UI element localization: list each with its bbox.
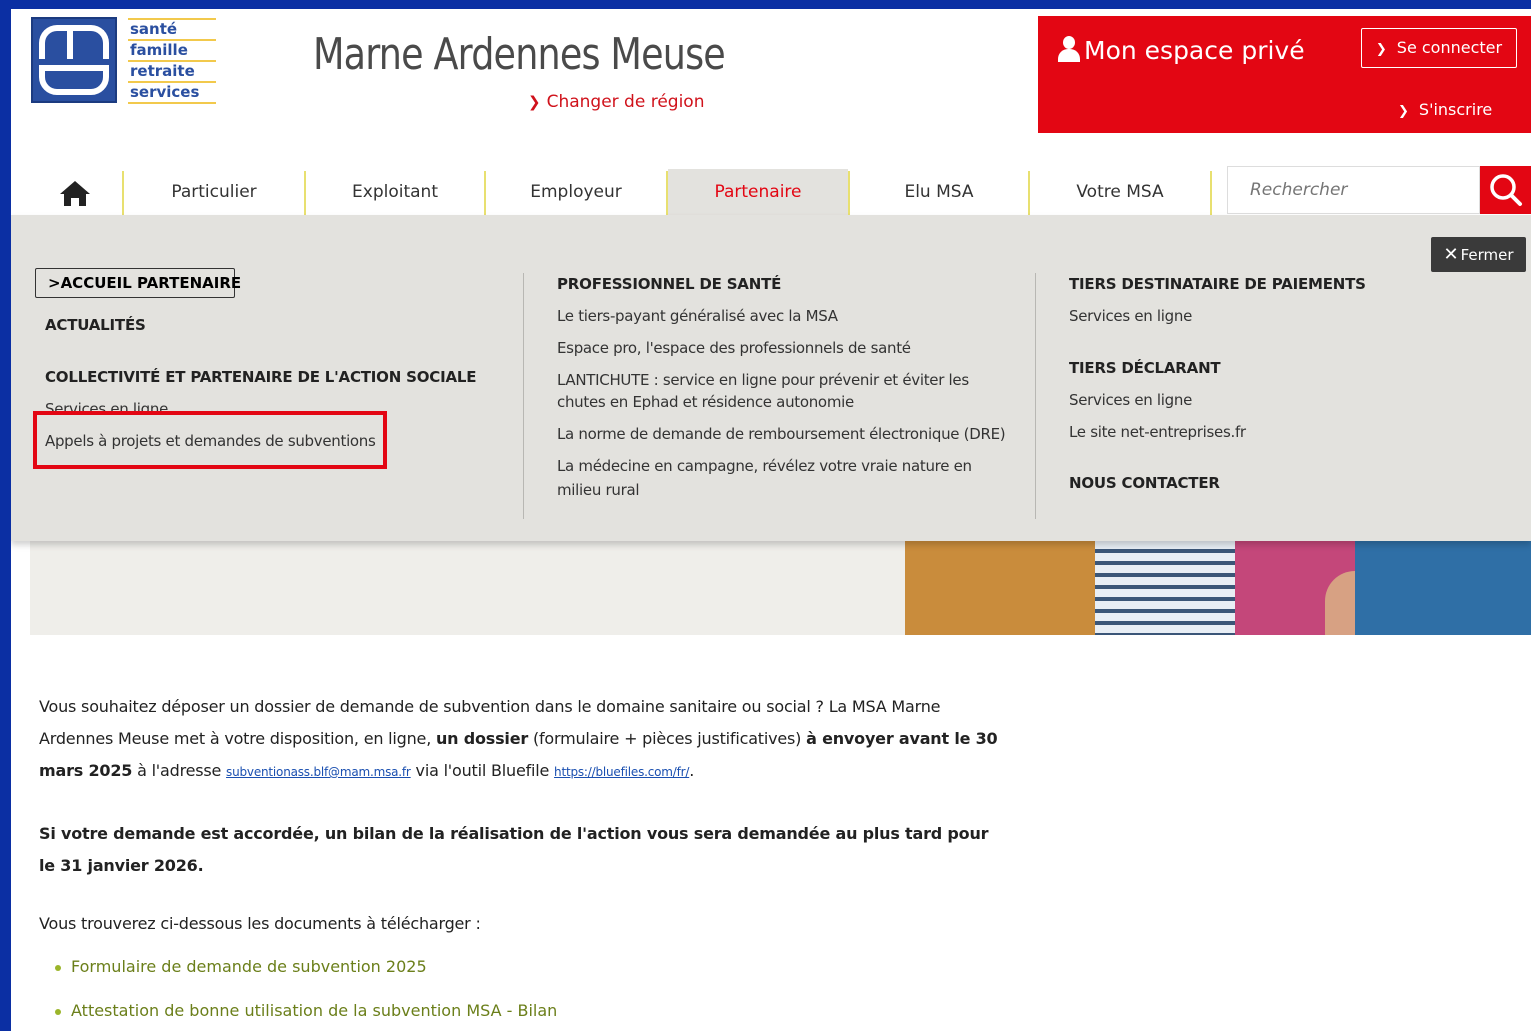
private-space-panel: Mon espace privé ❯ Se connecter ❯ S'inscri… [1038, 16, 1531, 133]
menu-link-net-entreprises[interactable]: Le site net-entreprises.fr [1069, 423, 1246, 441]
logo-word: services [128, 81, 216, 104]
logo-m-shape [39, 25, 109, 59]
document-link-formulaire[interactable]: Formulaire de demande de subvention 2025 [41, 953, 557, 997]
nav-item-elu-msa[interactable]: Elu MSA [850, 169, 1028, 215]
menu-link-espace-pro[interactable]: Espace pro, l'espace des professionnels … [557, 339, 911, 357]
menu-link-tiers-payant[interactable]: Le tiers-payant généralisé avec la MSA [557, 307, 838, 325]
home-icon[interactable] [58, 179, 92, 207]
banner-background [30, 541, 906, 635]
change-region-label: Changer de région [546, 92, 705, 112]
menu-link-services-en-ligne[interactable]: Services en ligne [1069, 307, 1192, 325]
nav-item-particulier[interactable]: Particulier [124, 169, 304, 215]
region-title: Marne Ardennes Meuse [313, 29, 726, 80]
signup-link[interactable]: ❯ S'inscrire [1398, 100, 1492, 119]
bluefiles-link[interactable]: https://bluefiles.com/fr/ [554, 765, 689, 779]
menu-heading-tiers-destinataire[interactable]: TIERS DESTINATAIRE DE PAIEMENTS [1069, 275, 1366, 293]
change-region-link[interactable]: ❯ Changer de région [528, 92, 704, 112]
logo-word: famille [128, 39, 216, 60]
nav-item-partenaire[interactable]: Partenaire [668, 169, 848, 215]
partner-mega-menu: ✕ Fermer >ACCUEIL PARTENAIRE ACTUALITÉS C… [11, 215, 1531, 541]
menu-link-nous-contacter[interactable]: NOUS CONTACTER [1069, 474, 1220, 492]
menu-link-dre[interactable]: La norme de demande de remboursement éle… [557, 425, 1006, 443]
msa-page: santé famille retraite services Marne Ar… [11, 9, 1531, 1031]
menu-link-lantichute-line2[interactable]: chutes en Ephad et résidence autonomie [557, 393, 854, 411]
menu-link-medecine-campagne-line2[interactable]: milieu rural [557, 481, 640, 499]
chevron-right-icon: ❯ [1375, 42, 1387, 57]
menu-link-medecine-campagne[interactable]: La médecine en campagne, révélez votre v… [557, 457, 972, 475]
search-icon [1490, 174, 1522, 206]
nav-divider [1210, 171, 1212, 215]
document-link-attestation[interactable]: Attestation de bonne utilisation de la s… [41, 997, 557, 1031]
logo-tagline: santé famille retraite services [128, 18, 216, 104]
family-photo [905, 541, 1531, 635]
close-icon: ✕ [1443, 244, 1459, 265]
documents-list: Formulaire de demande de subvention 2025… [41, 953, 557, 1031]
user-icon [1058, 36, 1080, 62]
nav-item-employeur[interactable]: Employeur [486, 169, 666, 215]
intro-paragraph: Vous souhaitez déposer un dossier de dem… [39, 697, 998, 780]
documents-intro: Vous trouverez ci-dessous les documents … [39, 914, 481, 933]
login-button[interactable]: ❯ Se connecter [1361, 28, 1517, 68]
close-menu-label: Fermer [1460, 246, 1514, 264]
menu-link-appels-a-projets[interactable]: Appels à projets et demandes de subventi… [45, 432, 376, 450]
private-space-label: Mon espace privé [1084, 36, 1305, 65]
accueil-partenaire-button[interactable]: >ACCUEIL PARTENAIRE [35, 268, 241, 298]
msa-logo[interactable] [31, 17, 117, 103]
menu-column-divider [1035, 273, 1036, 519]
signup-label: S'inscrire [1418, 100, 1493, 119]
main-nav: Particulier Exploitant Employeur Partena… [11, 166, 1531, 215]
logo-word: retraite [128, 60, 216, 81]
bilan-paragraph: Si votre demande est accordée, un bilan … [39, 824, 989, 875]
chevron-right-icon: > [48, 274, 61, 292]
nav-item-exploitant[interactable]: Exploitant [306, 169, 484, 215]
logo-word: santé [128, 18, 216, 39]
menu-heading-collectivite[interactable]: COLLECTIVITÉ ET PARTENAIRE DE L'ACTION S… [45, 368, 476, 386]
search-button[interactable] [1480, 166, 1531, 214]
private-space-title: Mon espace privé [1058, 36, 1305, 65]
search-input[interactable] [1227, 166, 1480, 214]
menu-link-actualites[interactable]: ACTUALITÉS [45, 316, 146, 334]
menu-link-lantichute[interactable]: LANTICHUTE : service en ligne pour préve… [557, 371, 969, 389]
chevron-right-icon: ❯ [1398, 104, 1409, 119]
page-content: Vous souhaitez déposer un dossier de dem… [39, 691, 999, 940]
email-link[interactable]: subventionass.blf@mam.msa.fr [226, 765, 411, 779]
logo-sa-shape [39, 65, 109, 95]
menu-link-services-en-ligne[interactable]: Services en ligne [1069, 391, 1192, 409]
menu-heading-professionnel-sante[interactable]: PROFESSIONNEL DE SANTÉ [557, 275, 781, 293]
close-menu-button[interactable]: ✕ Fermer [1431, 237, 1526, 272]
chevron-right-icon: ❯ [528, 93, 541, 111]
menu-column-divider [523, 273, 524, 519]
login-label: Se connecter [1396, 38, 1503, 57]
nav-item-votre-msa[interactable]: Votre MSA [1030, 169, 1210, 215]
accueil-partenaire-label: ACCUEIL PARTENAIRE [60, 274, 242, 292]
menu-heading-tiers-declarant[interactable]: TIERS DÉCLARANT [1069, 359, 1221, 377]
